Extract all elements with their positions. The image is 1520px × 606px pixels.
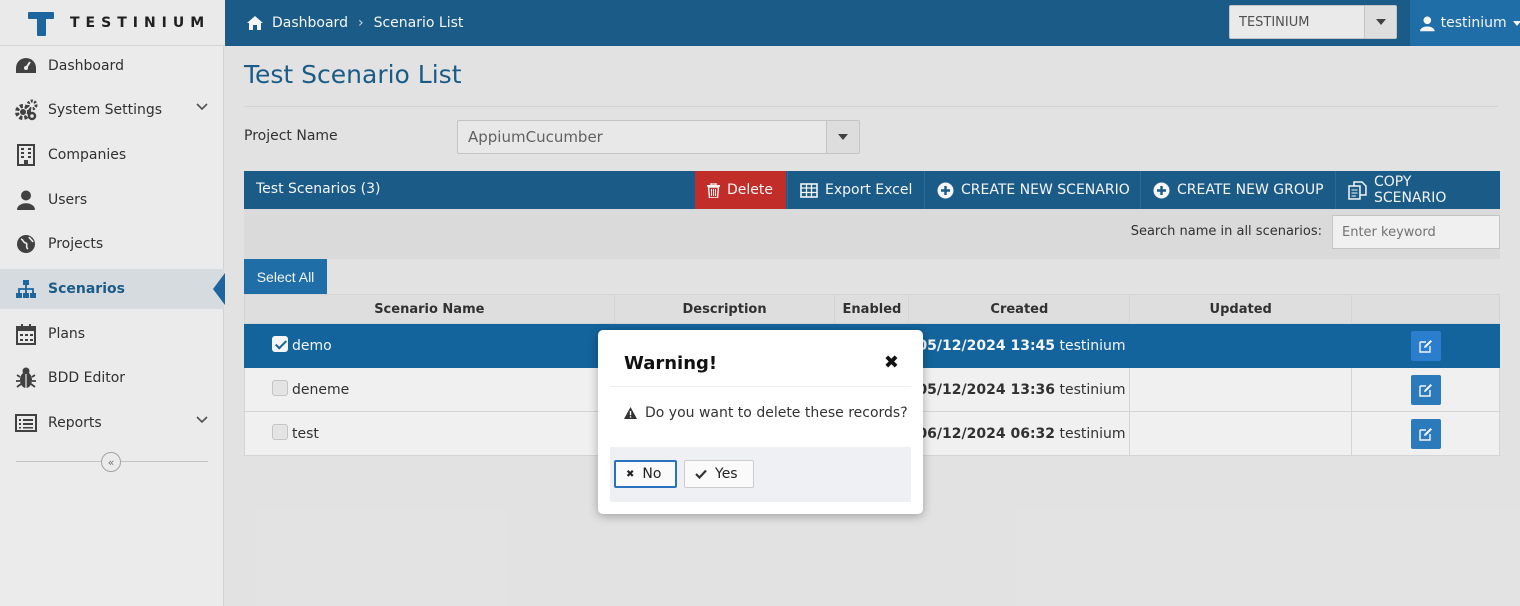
warning-icon xyxy=(624,407,637,419)
yes-button-label: Yes xyxy=(715,466,738,482)
dialog-title: Warning! xyxy=(624,353,718,374)
dialog-footer: ✖ No Yes xyxy=(610,447,911,502)
dialog-message: Do you want to delete these records? xyxy=(624,405,908,421)
no-button-label: No xyxy=(642,466,662,482)
close-icon[interactable]: ✖ xyxy=(884,352,899,373)
no-button[interactable]: ✖ No xyxy=(614,460,677,488)
delete-confirm-dialog: Warning! ✖ Do you want to delete these r… xyxy=(598,330,923,514)
dialog-message-text: Do you want to delete these records? xyxy=(645,405,908,421)
dialog-divider xyxy=(610,386,911,387)
modal-backdrop[interactable] xyxy=(0,0,1520,606)
yes-button[interactable]: Yes xyxy=(684,460,754,488)
close-icon: ✖ xyxy=(626,468,635,480)
check-icon xyxy=(695,469,707,479)
